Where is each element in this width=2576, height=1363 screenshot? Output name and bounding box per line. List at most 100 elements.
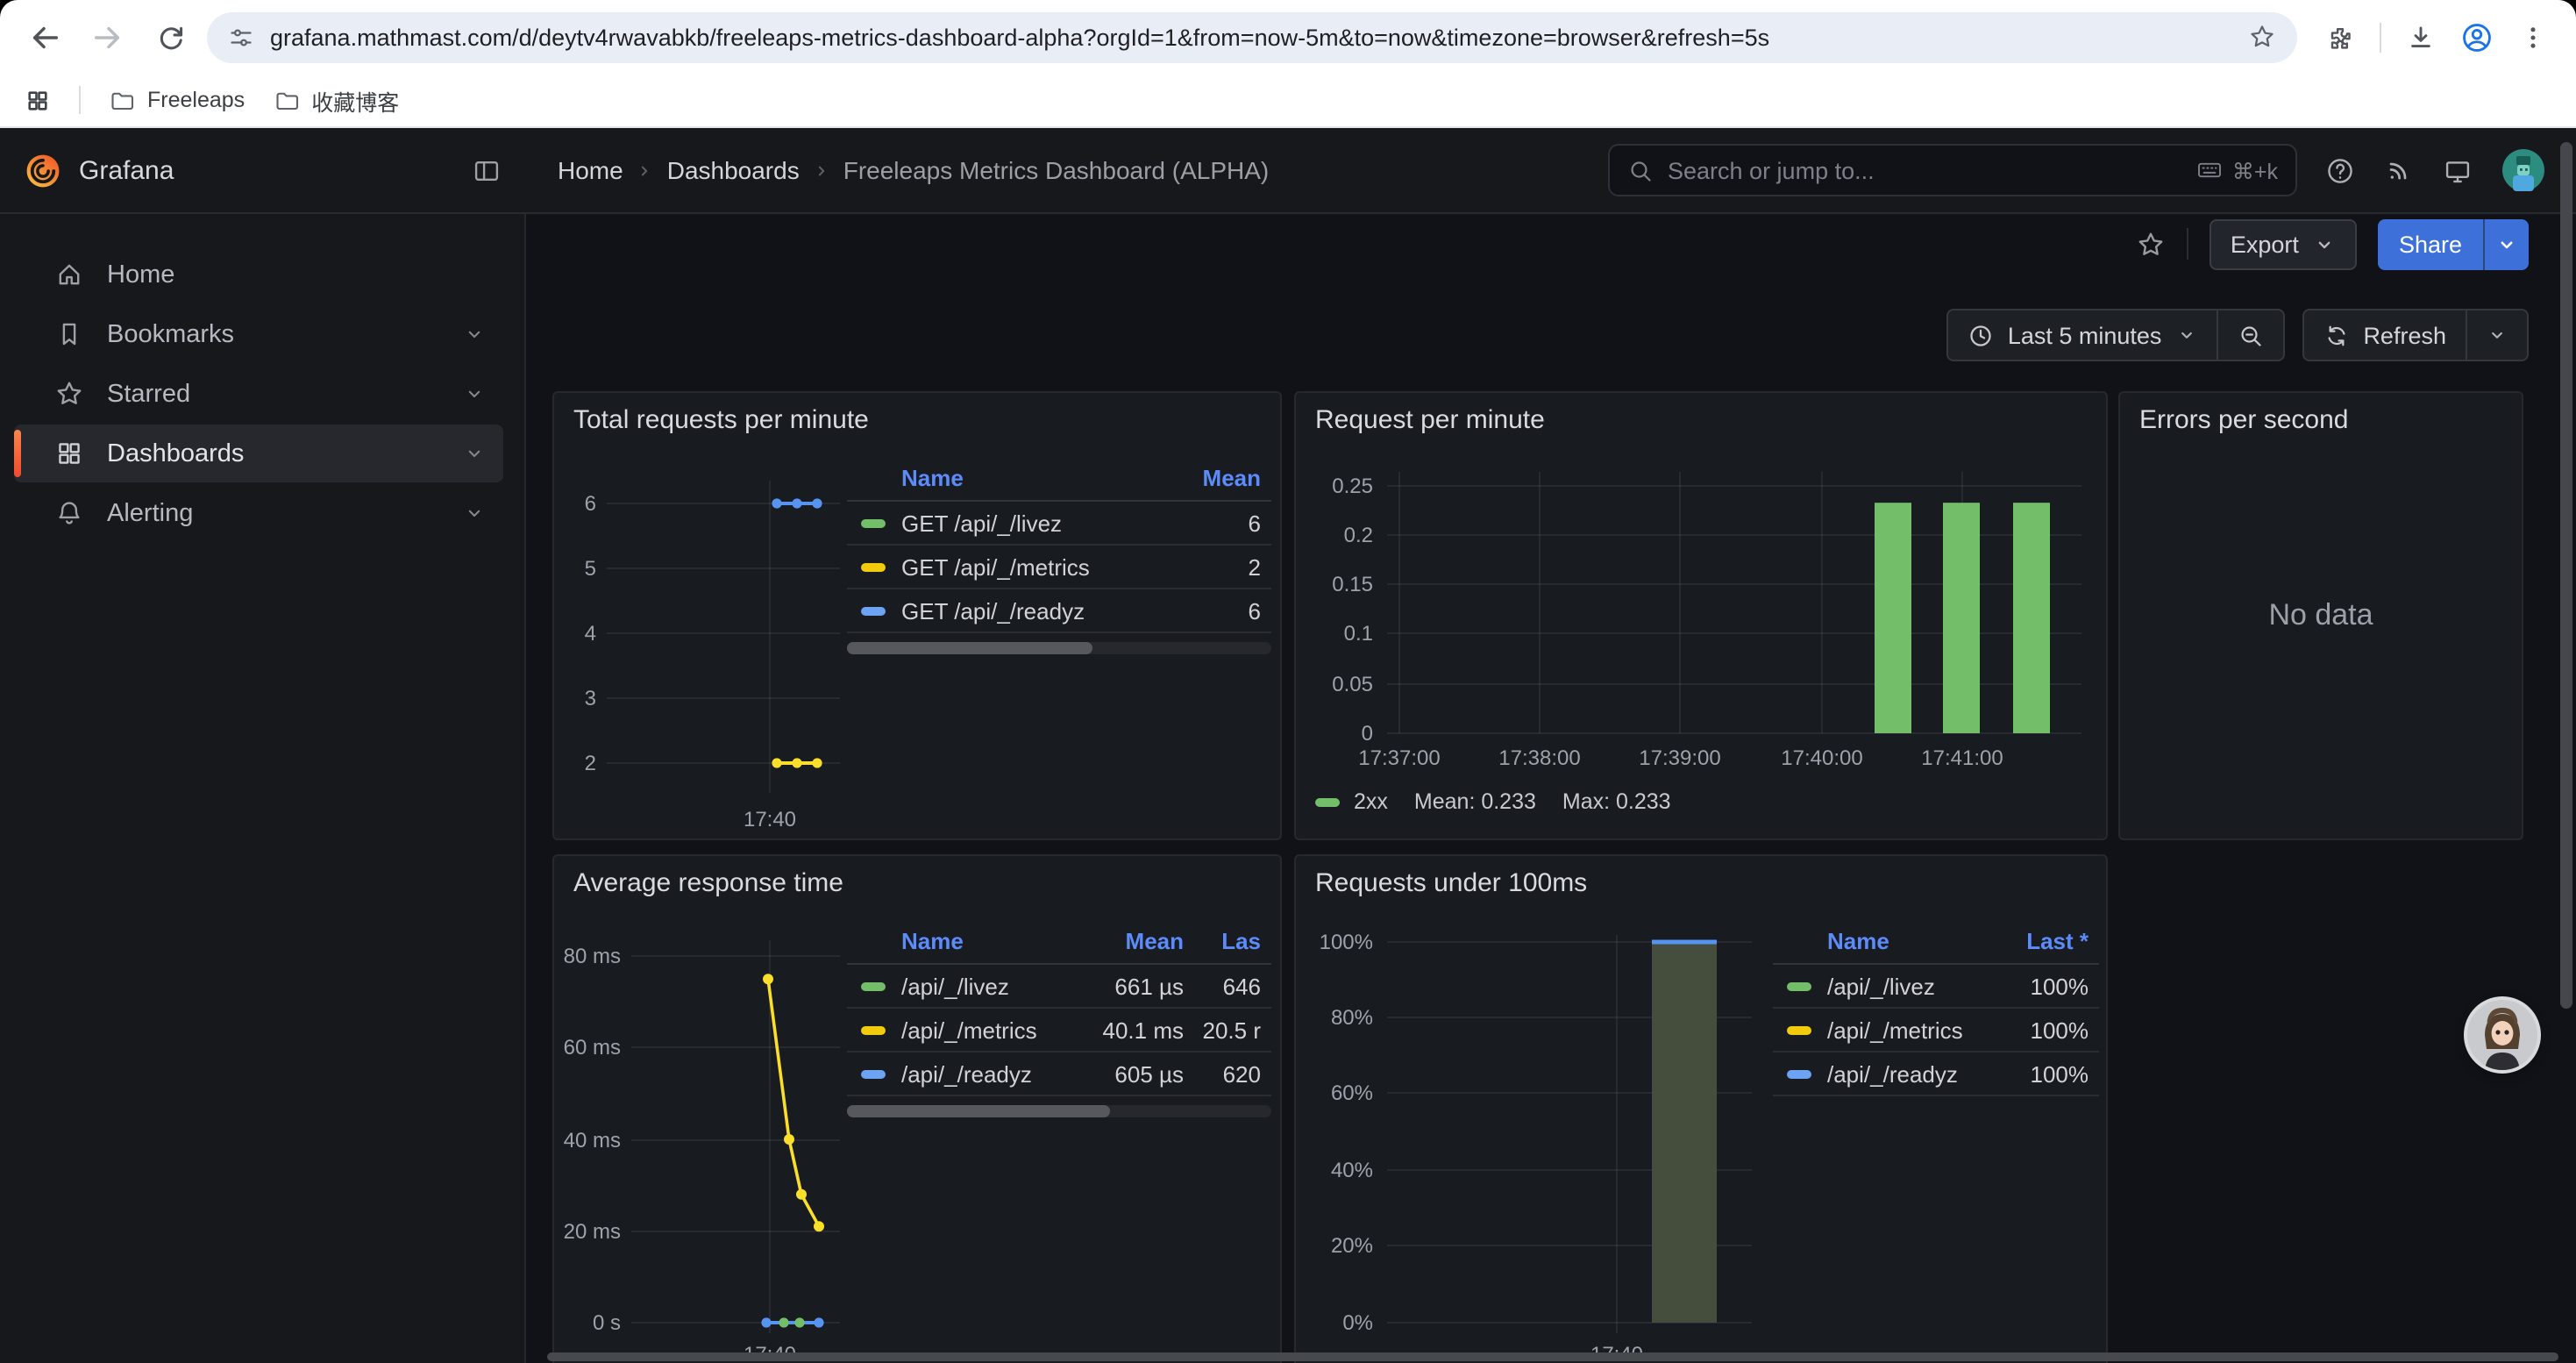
sidebar-item-starred[interactable]: Starred: [14, 365, 503, 423]
panel-title[interactable]: Request per minute: [1315, 405, 1545, 435]
help-icon[interactable]: [2325, 155, 2355, 185]
column-header[interactable]: Last *: [1994, 928, 2089, 954]
zoom-out-icon: [2237, 322, 2263, 348]
forward-icon[interactable]: [81, 11, 133, 63]
svg-text:80%: 80%: [1331, 1006, 1373, 1030]
refresh-button[interactable]: Refresh: [2303, 310, 2466, 360]
panel-avg-response-time[interactable]: Average response time 80 ms60 ms40 ms20 …: [552, 854, 1282, 1363]
panel-title[interactable]: Average response time: [573, 868, 843, 898]
panel-title[interactable]: Total requests per minute: [573, 405, 869, 435]
svg-text:60 ms: 60 ms: [564, 1036, 621, 1060]
display-icon[interactable]: [2443, 155, 2473, 185]
sidebar: HomeBookmarksStarredDashboardsAlerting: [0, 214, 526, 1363]
svg-text:17:40: 17:40: [744, 808, 796, 831]
profile-icon[interactable]: [2460, 20, 2494, 54]
toolbar-divider: [2380, 22, 2381, 52]
url-bar[interactable]: grafana.mathmast.com/d/deytv4rwavabkb/fr…: [207, 11, 2297, 62]
grafana-logo[interactable]: [25, 152, 61, 189]
vertical-scrollbar[interactable]: [2560, 142, 2572, 1009]
legend-mean: Mean: 0.233: [1414, 789, 1536, 814]
apps-icon: [54, 439, 84, 468]
chevron-down-icon: [463, 382, 486, 405]
grafana-header: Grafana HomeDashboardsFreeleaps Metrics …: [0, 128, 2576, 214]
panel-under-100ms[interactable]: Requests under 100ms 100%80%60%40%20%0%1…: [1294, 854, 2108, 1363]
search-icon: [1627, 157, 1654, 183]
table-row[interactable]: /api/_/metrics100%: [1773, 1009, 2099, 1053]
table-header: NameMean: [847, 456, 1271, 502]
user-avatar[interactable]: [2502, 149, 2544, 191]
panel-errors-per-second[interactable]: Errors per second No data: [2118, 391, 2523, 840]
panel-request-per-minute[interactable]: Request per minute 0.250.20.150.10.05017…: [1294, 391, 2108, 840]
sidebar-item-alerting[interactable]: Alerting: [14, 484, 503, 542]
assistant-avatar-button[interactable]: [2467, 1000, 2537, 1070]
refresh-interval-caret[interactable]: [2466, 310, 2527, 360]
table-row[interactable]: /api/_/metrics40.1 ms20.5 r: [847, 1009, 1271, 1053]
breadcrumb: HomeDashboardsFreeleaps Metrics Dashboar…: [558, 156, 1269, 184]
column-header-name[interactable]: Name: [1827, 928, 1994, 954]
share-button[interactable]: Share: [2378, 218, 2529, 269]
sidebar-item-dashboards[interactable]: Dashboards: [14, 425, 503, 482]
extensions-icon[interactable]: [2325, 22, 2355, 52]
bookmark-folder-freeleaps[interactable]: Freeleaps: [109, 87, 245, 113]
reload-icon[interactable]: [144, 11, 196, 63]
table-scrollbar[interactable]: [847, 1105, 1271, 1117]
column-header-name[interactable]: Name: [901, 465, 1163, 491]
table-row[interactable]: /api/_/livez100%: [1773, 965, 2099, 1009]
column-header[interactable]: Mean: [1163, 465, 1261, 491]
table-row[interactable]: GET /api/_/livez6: [847, 502, 1271, 546]
table-row[interactable]: GET /api/_/metrics2: [847, 546, 1271, 589]
sidebar-item-home[interactable]: Home: [14, 246, 503, 303]
legend-max: Max: 0.233: [1562, 789, 1671, 814]
table-row[interactable]: /api/_/readyz605 µs620: [847, 1053, 1271, 1096]
series-value: 100%: [1994, 973, 2089, 999]
export-button[interactable]: Export: [2210, 218, 2357, 269]
series-name: GET /api/_/readyz: [901, 597, 1163, 624]
series-color-pill: [861, 518, 886, 527]
downloads-icon[interactable]: [2406, 22, 2436, 52]
search-input[interactable]: Search or jump to... ⌘+k: [1608, 144, 2297, 196]
table-row[interactable]: GET /api/_/readyz6: [847, 589, 1271, 633]
chevron-down-icon: [463, 442, 486, 465]
table-row[interactable]: /api/_/livez661 µs646: [847, 965, 1271, 1009]
share-caret[interactable]: [2483, 218, 2529, 269]
chart-legend[interactable]: 2xx Mean: 0.233 Max: 0.233: [1315, 789, 1671, 814]
dashboard-canvas: Export Share Last 5 minutes: [526, 214, 2576, 1363]
svg-text:60%: 60%: [1331, 1081, 1373, 1105]
apps-grid-icon[interactable]: [25, 87, 51, 113]
zoom-out-button[interactable]: [2216, 310, 2282, 360]
sidebar-toggle-icon[interactable]: [472, 155, 502, 185]
breadcrumb-separator-icon: [812, 161, 831, 180]
series-name: /api/_/metrics: [1827, 1017, 1994, 1043]
bookmark-star-icon[interactable]: [2248, 23, 2276, 51]
table-row[interactable]: /api/_/readyz100%: [1773, 1053, 2099, 1096]
svg-text:6: 6: [585, 492, 596, 516]
menu-kebab-icon[interactable]: [2518, 22, 2548, 52]
breadcrumb-item[interactable]: Home: [558, 156, 623, 184]
svg-text:0.15: 0.15: [1332, 573, 1373, 596]
series-value: 6: [1163, 597, 1261, 624]
site-settings-icon[interactable]: [228, 24, 254, 50]
table-scrollbar[interactable]: [847, 642, 1271, 654]
column-header[interactable]: Mean: [1075, 928, 1184, 954]
bookmark-folder-blogs[interactable]: 收藏博客: [273, 83, 399, 117]
series-name: GET /api/_/metrics: [901, 553, 1163, 580]
breadcrumb-item[interactable]: Dashboards: [667, 156, 800, 184]
column-header[interactable]: Las: [1184, 928, 1261, 954]
horizontal-scrollbar[interactable]: [547, 1352, 2558, 1361]
panel-total-requests[interactable]: Total requests per minute 6543217:40 Nam…: [552, 391, 1282, 840]
series-value: 40.1 ms: [1075, 1017, 1184, 1043]
sidebar-item-bookmarks[interactable]: Bookmarks: [14, 305, 503, 363]
series-value: 6: [1163, 510, 1261, 536]
series-value: 100%: [1994, 1060, 2089, 1087]
back-icon[interactable]: [18, 11, 70, 63]
panel-title[interactable]: Requests under 100ms: [1315, 868, 1587, 898]
news-rss-icon[interactable]: [2385, 156, 2413, 184]
time-range-picker[interactable]: Last 5 minutes: [1948, 310, 2217, 360]
bookmark-folder-label: Freeleaps: [147, 88, 245, 112]
table-header: NameLast *: [1773, 919, 2099, 965]
panel-title[interactable]: Errors per second: [2139, 405, 2348, 435]
screen: grafana.mathmast.com/d/deytv4rwavabkb/fr…: [0, 0, 2576, 1363]
column-header-name[interactable]: Name: [901, 928, 1075, 954]
url-text[interactable]: grafana.mathmast.com/d/deytv4rwavabkb/fr…: [270, 24, 2232, 50]
favorite-star-icon[interactable]: [2136, 229, 2166, 259]
